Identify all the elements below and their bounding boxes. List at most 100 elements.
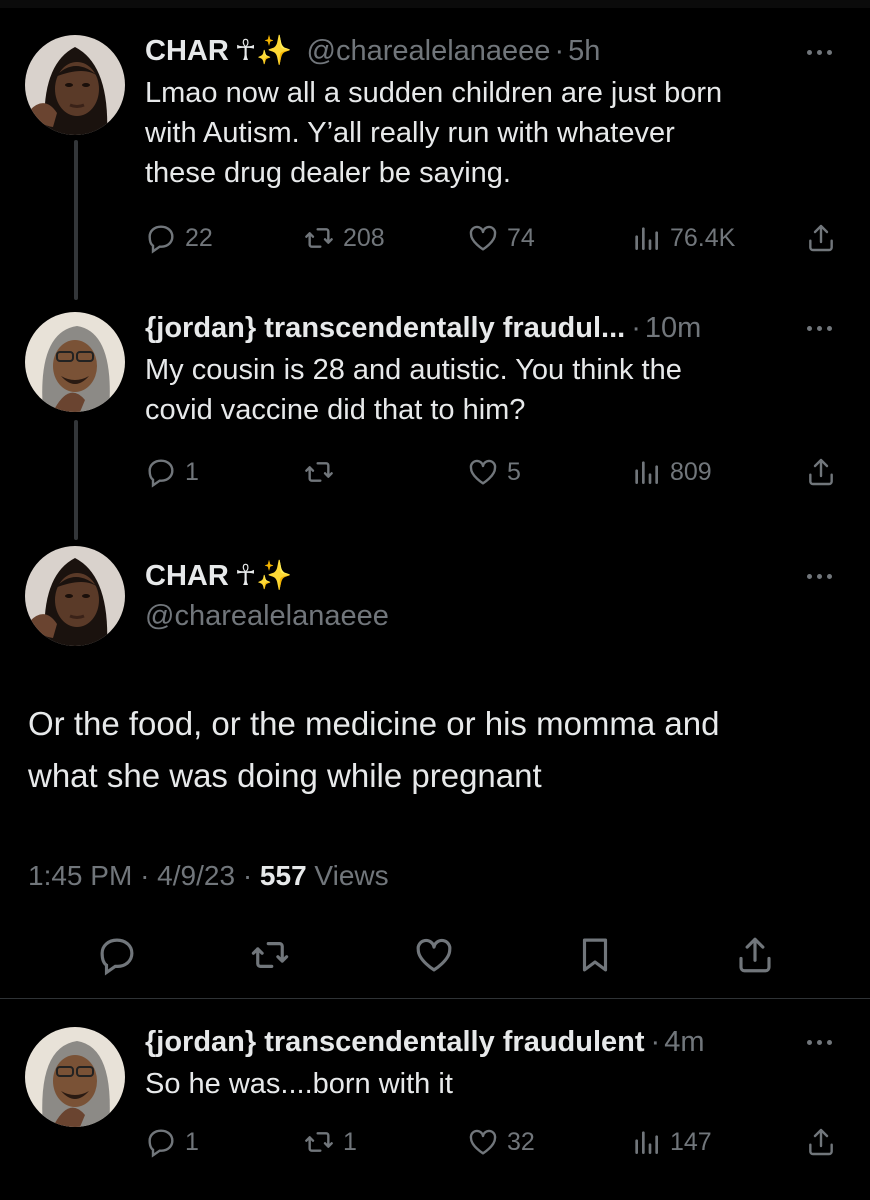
tweet-1[interactable]: CHAR ☥✨ @charealelanaeee · 5h Lmao now a… [145,33,840,193]
repost-count: 1 [343,1127,357,1156]
main-tweet-actions [0,930,870,980]
avatar-jordan[interactable] [25,1027,125,1127]
tweet-actions: 1 1 32 147 [145,1122,845,1162]
tweet-header: {jordan} transcendentally fraudul... · 1… [145,310,840,346]
main-tweet-author[interactable]: CHAR ☥✨ @charealelanaeee [145,558,840,634]
repost-icon [305,1132,333,1152]
reply-count: 1 [185,457,199,486]
reply-button[interactable]: 1 [145,452,199,492]
heart-icon [469,225,497,251]
tweet-text-line: My cousin is 28 and autistic. You think … [145,354,682,386]
more-icon[interactable] [805,1032,845,1052]
more-icon[interactable] [805,566,845,586]
timestamp[interactable]: 4m [664,1024,704,1060]
display-name[interactable]: {jordan} transcendentally fraudul... [145,310,625,346]
thread-line [74,140,78,300]
name-emoji: ☥✨ [234,35,293,67]
like-count: 74 [507,223,535,252]
reply-button[interactable] [92,930,142,980]
heart-icon [416,938,452,972]
thread-line [74,420,78,540]
tweet-actions: 22 208 74 76.4K [145,218,845,258]
repost-button[interactable] [303,452,343,492]
views-button[interactable]: 147 [630,1122,712,1162]
tweet-header: CHAR ☥✨ [145,558,840,594]
separator: · [554,35,565,67]
like-button[interactable]: 5 [467,452,521,492]
avatar-char[interactable] [25,35,125,135]
handle[interactable]: @charealelanaeee [145,598,840,634]
tweet-text: So he was....born with it [145,1068,453,1100]
share-icon [809,1128,833,1156]
share-icon [739,937,771,973]
more-icon[interactable] [805,42,845,62]
share-icon [809,458,833,486]
post-date[interactable]: 4/9/23 [157,860,235,891]
display-name[interactable]: CHAR [145,558,229,594]
heart-icon [469,459,497,485]
display-name[interactable]: CHAR [145,33,229,69]
top-bar [0,0,870,8]
tweet-meta: 1:45 PM · 4/9/23 · 557 Views [28,860,389,892]
reply-icon [148,225,174,254]
reply-button[interactable]: 1 [145,1122,199,1162]
views-icon [635,1131,658,1154]
reply-count: 22 [185,223,213,252]
heart-icon [469,1129,497,1155]
avatar-jordan[interactable] [25,312,125,412]
views-count: 809 [670,457,712,486]
views-button[interactable]: 809 [630,452,712,492]
tweet-2[interactable]: {jordan} transcendentally fraudul... · 1… [145,310,840,430]
views-count: 147 [670,1127,712,1156]
tweet-header: {jordan} transcendentally fraudulent · 4… [145,1024,840,1060]
repost-button[interactable]: 1 [303,1122,357,1162]
reply-icon [148,1129,174,1158]
views-count: 557 [259,860,307,891]
separator: · [140,860,150,891]
views-label: Views [314,860,389,891]
reply-count: 1 [185,1127,199,1156]
like-count: 32 [507,1127,535,1156]
more-icon[interactable] [805,318,845,338]
share-button[interactable] [730,930,780,980]
share-button[interactable] [805,218,845,258]
tweet-text-line: covid vaccine did that to him? [145,394,526,426]
tweet-text: Lmao now all a sudden children are just … [145,73,840,193]
views-button[interactable]: 76.4K [630,218,735,258]
views-icon [635,227,658,250]
timestamp[interactable]: 10m [645,310,701,346]
share-icon [809,224,833,252]
like-count: 5 [507,457,521,486]
tweet-text-line: what she was doing while pregnant [28,757,542,794]
like-button[interactable]: 74 [467,218,535,258]
share-button[interactable] [805,1122,845,1162]
separator: · [650,1026,661,1058]
separator: · [631,312,641,344]
tweet-text: My cousin is 28 and autistic. You think … [145,350,840,430]
like-button[interactable] [409,930,459,980]
repost-button[interactable] [245,930,295,980]
views-icon [635,461,658,484]
like-button[interactable]: 32 [467,1122,535,1162]
tweet-text-line: Or the food, or the medicine or his momm… [28,705,720,742]
post-time[interactable]: 1:45 PM [28,860,132,891]
repost-icon [305,228,333,248]
avatar-char[interactable] [25,546,125,646]
separator: · [242,860,253,891]
display-name[interactable]: {jordan} transcendentally fraudulent [145,1024,645,1060]
repost-icon [305,462,333,482]
repost-icon [251,942,289,968]
repost-button[interactable]: 208 [303,218,385,258]
repost-count: 208 [343,223,385,252]
share-button[interactable] [805,452,845,492]
tweet-text-line: Lmao now all a sudden children are just … [145,77,723,109]
reply-tweet[interactable]: {jordan} transcendentally fraudulent · 4… [145,1024,840,1104]
timestamp[interactable]: 5h [568,33,600,69]
tweet-text-line: these drug dealer be saying. [145,157,511,189]
bookmark-icon [582,938,608,972]
bookmark-button[interactable] [570,930,620,980]
reply-button[interactable]: 22 [145,218,213,258]
handle[interactable]: @charealelanaeee [307,33,551,69]
tweet-actions: 1 5 809 [145,452,845,492]
reply-icon [100,938,134,976]
